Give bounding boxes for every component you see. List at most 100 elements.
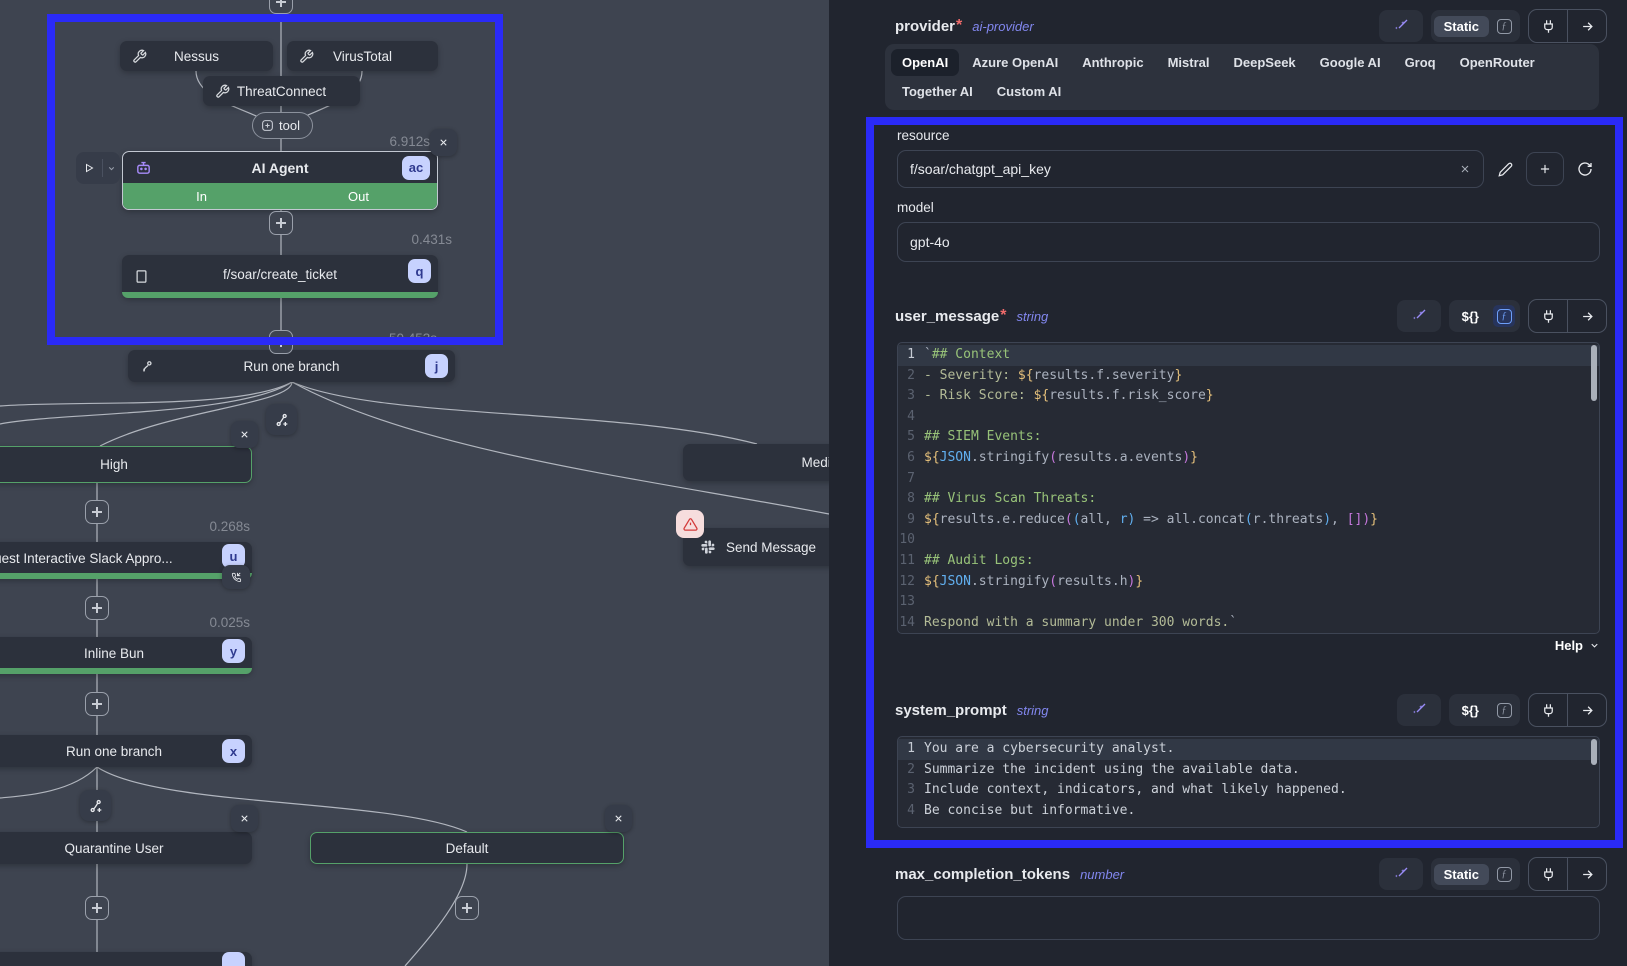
add-node-connector[interactable] (85, 596, 109, 620)
code-line[interactable]: 9${results.e.reduce((all, r) => all.conc… (898, 510, 1599, 531)
code-line[interactable]: 13 (898, 592, 1599, 613)
node-slack-approval[interactable]: Request Interactive Slack Appro... u (0, 542, 252, 579)
tab-groq[interactable]: Groq (1394, 49, 1447, 76)
mode-toggle[interactable]: Static ƒ (1431, 858, 1520, 890)
clear-icon[interactable] (1459, 163, 1471, 175)
code-line[interactable]: 7 (898, 469, 1599, 490)
agent-in-handle[interactable]: In (123, 183, 280, 209)
model-input[interactable]: gpt-4o (897, 222, 1600, 262)
ai-autofill-button[interactable] (1397, 694, 1441, 726)
code-line[interactable]: 1`## Context (898, 345, 1599, 366)
node-virustotal[interactable]: VirusTotal (287, 41, 438, 71)
connect-input-button[interactable] (1529, 694, 1567, 726)
node-threatconnect[interactable]: ThreatConnect (203, 76, 360, 106)
connect-input-button[interactable] (1529, 10, 1567, 42)
output-arrow-button[interactable] (1568, 300, 1606, 332)
mode-label[interactable]: ${} (1452, 700, 1489, 721)
tab-together-ai[interactable]: Together AI (891, 78, 984, 105)
system-prompt-code-editor[interactable]: 1You are a cybersecurity analyst.2Summar… (897, 736, 1600, 828)
code-line[interactable]: 10 (898, 530, 1599, 551)
mode-toggle[interactable]: ${} ƒ (1449, 694, 1520, 726)
ai-autofill-button[interactable] (1379, 858, 1423, 890)
add-branch-button[interactable] (266, 404, 297, 435)
output-arrow-button[interactable] (1568, 10, 1606, 42)
code-line[interactable]: 3- Risk Score: ${results.f.risk_score} (898, 386, 1599, 407)
mode-label[interactable]: Static (1434, 16, 1489, 37)
code-line[interactable]: 8## Virus Scan Threats: (898, 489, 1599, 510)
tab-mistral[interactable]: Mistral (1157, 49, 1221, 76)
expression-mode-button[interactable]: ƒ (1493, 863, 1515, 885)
mode-label[interactable]: Static (1434, 864, 1489, 885)
add-node-connector[interactable] (269, 211, 293, 235)
user-message-code-editor[interactable]: 1`## Context2- Severity: ${results.f.sev… (897, 342, 1600, 634)
node-inline-bun[interactable]: Inline Bun y (0, 637, 252, 674)
code-line[interactable]: 3Include context, indicators, and what l… (898, 780, 1599, 801)
code-line[interactable]: 5## SIEM Events: (898, 427, 1599, 448)
node-badge: j (425, 354, 448, 378)
scrollbar-thumb[interactable] (1591, 345, 1597, 401)
node-run-one-branch-2[interactable]: Run one branch x (0, 735, 252, 767)
max-tokens-input[interactable] (897, 896, 1600, 940)
code-line[interactable]: 1You are a cybersecurity analyst. (898, 739, 1599, 760)
agent-out-handle[interactable]: Out (280, 183, 437, 209)
output-arrow-button[interactable] (1568, 858, 1606, 890)
delete-node-button[interactable] (231, 421, 258, 448)
tab-openai[interactable]: OpenAI (891, 49, 959, 76)
tab-azure-openai[interactable]: Azure OpenAI (961, 49, 1069, 76)
mode-label[interactable]: ${} (1452, 306, 1489, 327)
node-create-ticket[interactable]: f/soar/create_ticket q (122, 255, 438, 298)
node-ai-agent[interactable]: AI Agent ac In Out (122, 151, 438, 210)
node-default[interactable]: Default (310, 832, 624, 864)
node-run-one-branch-1[interactable]: Run one branch j (128, 350, 455, 382)
tab-openrouter[interactable]: OpenRouter (1449, 49, 1546, 76)
node-nessus[interactable]: Nessus (120, 41, 273, 71)
edit-resource-button[interactable] (1490, 154, 1520, 184)
help-dropdown[interactable]: Help (1555, 638, 1600, 653)
ai-autofill-button[interactable] (1379, 10, 1423, 42)
node-high[interactable]: High (0, 446, 252, 483)
node-quarantine-user[interactable]: Quarantine User (0, 832, 252, 864)
connect-input-button[interactable] (1529, 300, 1567, 332)
mode-toggle[interactable]: Static ƒ (1431, 10, 1520, 42)
add-node-connector[interactable] (85, 500, 109, 524)
resource-input[interactable]: f/soar/chatgpt_api_key (897, 150, 1484, 188)
code-line[interactable]: 2Summarize the incident using the availa… (898, 760, 1599, 781)
add-node-connector[interactable] (85, 692, 109, 716)
refresh-resources-button[interactable] (1570, 154, 1600, 184)
chevron-down-icon[interactable] (103, 164, 120, 173)
add-resource-button[interactable] (1526, 152, 1564, 186)
code-line[interactable]: 12${JSON.stringify(results.h)} (898, 572, 1599, 593)
tab-anthropic[interactable]: Anthropic (1071, 49, 1154, 76)
mode-toggle[interactable]: ${} ƒ (1449, 300, 1520, 332)
add-node-connector[interactable] (85, 896, 109, 920)
expression-mode-button[interactable]: ƒ (1493, 699, 1515, 721)
add-node-connector[interactable] (269, 0, 293, 14)
add-tool-chip[interactable]: tool (252, 112, 313, 139)
tab-google-ai[interactable]: Google AI (1309, 49, 1392, 76)
code-line[interactable]: 4 (898, 407, 1599, 428)
add-node-connector[interactable] (269, 330, 293, 354)
wand-icon (1411, 702, 1427, 718)
play-icon[interactable] (76, 162, 102, 174)
ai-autofill-button[interactable] (1397, 300, 1441, 332)
expression-mode-button[interactable]: ƒ (1493, 305, 1515, 327)
expression-mode-button[interactable]: ƒ (1493, 15, 1515, 37)
warning-badge (676, 510, 704, 538)
node-bottom-partial[interactable] (0, 952, 252, 966)
code-line[interactable]: 4Be concise but informative. (898, 801, 1599, 822)
delete-node-button[interactable] (430, 129, 457, 156)
tab-custom-ai[interactable]: Custom AI (986, 78, 1073, 105)
code-line[interactable]: 6${JSON.stringify(results.a.events)} (898, 448, 1599, 469)
connect-input-button[interactable] (1529, 858, 1567, 890)
add-branch-button[interactable] (80, 790, 111, 821)
scrollbar-thumb[interactable] (1591, 739, 1597, 765)
code-line[interactable]: 11## Audit Logs: (898, 551, 1599, 572)
tab-deepseek[interactable]: DeepSeek (1223, 49, 1307, 76)
delete-node-button[interactable] (231, 805, 258, 832)
add-node-connector[interactable] (455, 896, 479, 920)
code-line[interactable]: 14Respond with a summary under 300 words… (898, 613, 1599, 634)
output-arrow-button[interactable] (1568, 694, 1606, 726)
delete-node-button[interactable] (605, 805, 632, 832)
run-node-button-group[interactable] (76, 152, 120, 184)
code-line[interactable]: 2- Severity: ${results.f.severity} (898, 366, 1599, 387)
